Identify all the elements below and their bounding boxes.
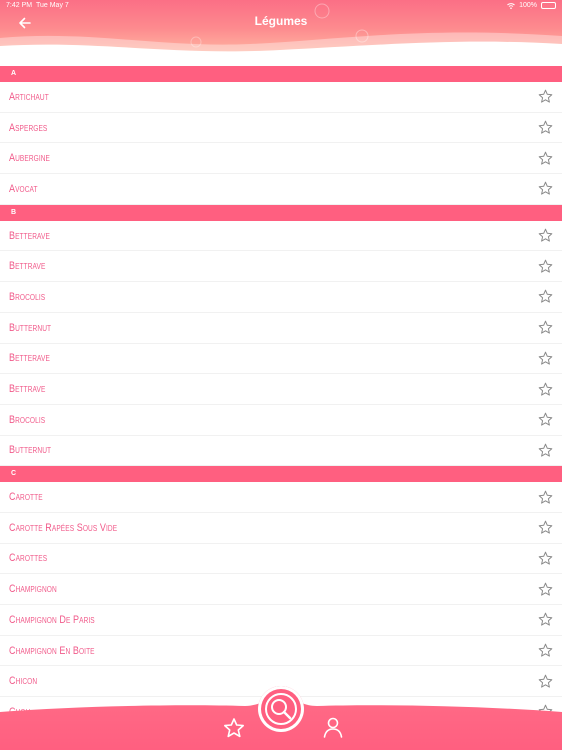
favorite-star-icon[interactable] <box>538 382 553 397</box>
favorites-star-icon[interactable] <box>223 717 245 739</box>
list-item-label: Champignon En Boite <box>9 644 95 657</box>
list-item[interactable]: Champignon En Boite <box>0 636 562 667</box>
status-date: Tue May 7 <box>35 2 69 9</box>
list-item[interactable]: Carotte Rapées Sous Vide <box>0 513 562 544</box>
list-item-label: Chicon <box>9 675 38 688</box>
list-item[interactable]: Asperges <box>0 113 562 144</box>
list-item-label: Aubergine <box>9 152 51 165</box>
list-item-label: Champignon De Paris <box>9 613 95 626</box>
list-item-label: Betterave <box>9 352 50 365</box>
list-item-label: Bettrave <box>9 383 46 396</box>
list-item-label: Champignon <box>9 583 57 596</box>
battery-icon <box>541 2 556 9</box>
favorite-star-icon[interactable] <box>538 259 553 274</box>
status-indicators: 100% <box>507 2 556 9</box>
favorite-star-icon[interactable] <box>538 120 553 135</box>
favorite-star-icon[interactable] <box>538 151 553 166</box>
list-item[interactable]: Betterave <box>0 221 562 252</box>
list-item-label: Asperges <box>9 121 48 134</box>
favorite-star-icon[interactable] <box>538 320 553 335</box>
section-header-c: C <box>0 466 562 483</box>
status-time-date: 7:42 PM Tue May 7 <box>6 2 69 9</box>
list-item[interactable]: Carottes <box>0 544 562 575</box>
list-item-label: Butternut <box>9 444 52 457</box>
list-item[interactable]: Artichaut <box>0 82 562 113</box>
list-item-label: Betterave <box>9 229 50 242</box>
favorite-star-icon[interactable] <box>538 674 553 689</box>
favorite-star-icon[interactable] <box>538 582 553 597</box>
list-item[interactable]: Betterave <box>0 344 562 375</box>
list-item[interactable]: Carotte <box>0 482 562 513</box>
list-item-label: Artichaut <box>9 90 49 103</box>
favorite-star-icon[interactable] <box>538 412 553 427</box>
list-item-label: Carotte <box>9 491 43 504</box>
favorite-star-icon[interactable] <box>538 89 553 104</box>
list-item[interactable]: Butternut <box>0 436 562 467</box>
profile-user-icon[interactable] <box>322 716 344 738</box>
list-item[interactable]: Butternut <box>0 313 562 344</box>
section-header-a: A <box>0 66 562 82</box>
list-item-label: Bettrave <box>9 260 46 273</box>
list-item[interactable]: Champignon <box>0 574 562 605</box>
list-item[interactable]: Brocolis <box>0 282 562 313</box>
list-item[interactable]: Aubergine <box>0 143 562 175</box>
page-title: Légumes <box>254 14 308 28</box>
search-button[interactable] <box>258 686 304 732</box>
status-bar: 7:42 PM Tue May 7 100% <box>0 0 562 12</box>
favorite-star-icon[interactable] <box>538 228 553 243</box>
favorite-star-icon[interactable] <box>538 289 553 304</box>
list-item[interactable]: Avocat <box>0 174 562 205</box>
favorite-star-icon[interactable] <box>538 443 553 458</box>
search-icon <box>265 693 297 725</box>
favorite-star-icon[interactable] <box>538 520 553 535</box>
status-time: 7:42 PM <box>6 2 33 9</box>
list-item-label: Butternut <box>9 321 52 334</box>
list-item-label: Brocolis <box>9 290 46 303</box>
list-item-label: Carotte Rapées Sous Vide <box>9 521 118 534</box>
list-item[interactable]: Brocolis <box>0 405 562 436</box>
list-item-label: Avocat <box>9 182 38 195</box>
list-item[interactable]: Bettrave <box>0 251 562 283</box>
favorite-star-icon[interactable] <box>538 612 553 627</box>
app-header: 7:42 PM Tue May 7 100% Légumes <box>0 0 562 62</box>
list-item-label: Carottes <box>9 552 48 565</box>
favorite-star-icon[interactable] <box>538 551 553 566</box>
favorite-star-icon[interactable] <box>538 643 553 658</box>
battery-percent: 100% <box>519 2 537 9</box>
list-item[interactable]: Champignon De Paris <box>0 605 562 636</box>
favorite-star-icon[interactable] <box>538 351 553 366</box>
list-item[interactable]: Bettrave <box>0 374 562 405</box>
favorite-star-icon[interactable] <box>538 490 553 505</box>
section-header-b: B <box>0 204 562 221</box>
wifi-icon <box>507 2 515 9</box>
list-item-label: Brocolis <box>9 413 46 426</box>
favorite-star-icon[interactable] <box>538 181 553 196</box>
vegetable-list: A Artichaut Asperges Aubergine Avocat B Better… <box>0 66 562 728</box>
